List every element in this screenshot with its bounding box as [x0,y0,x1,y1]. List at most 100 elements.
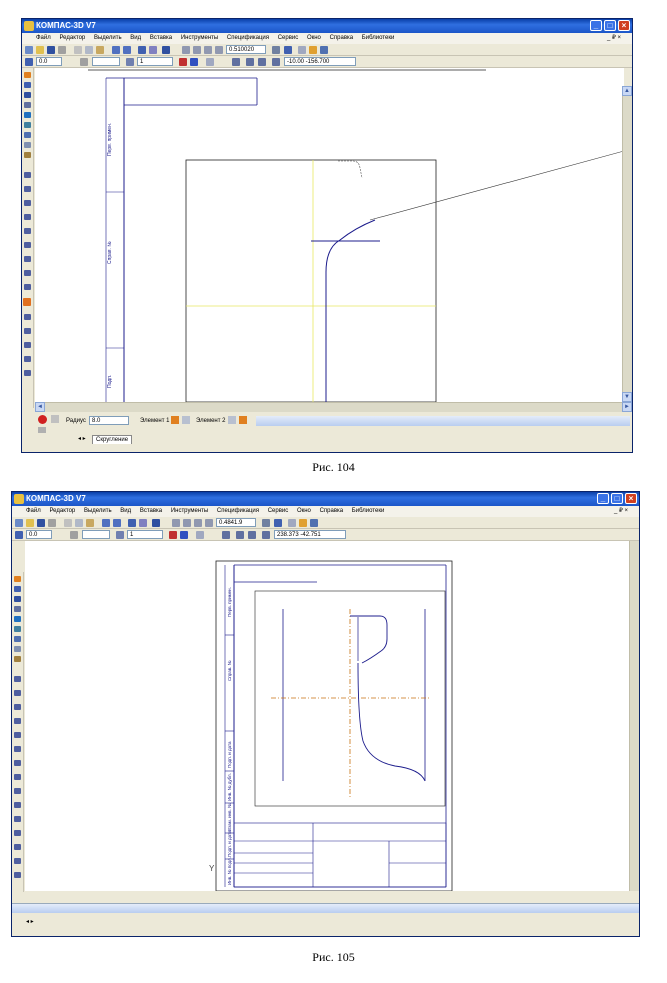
copy-icon[interactable] [85,46,93,54]
copy-icon[interactable] [75,519,83,527]
fillet-icon[interactable] [14,802,21,808]
circle-icon[interactable] [14,718,21,724]
local-cs-icon[interactable] [246,58,254,66]
menu-window[interactable]: Окно [307,35,321,41]
coordinates-icon[interactable] [262,531,270,539]
arc-icon[interactable] [24,228,31,234]
auxline-icon[interactable] [24,200,31,206]
menu-file[interactable]: Файл [36,35,51,41]
parametrize-icon[interactable] [14,616,21,622]
style-icon[interactable] [80,58,88,66]
menu-view[interactable]: Вид [120,508,131,514]
polyline-icon[interactable] [14,774,21,780]
tab-nav-arrows[interactable]: ◂ ▸ [78,435,86,443]
truncate2-on-icon[interactable] [239,416,247,424]
polyline-icon[interactable] [24,270,31,276]
mdi-controls[interactable]: _ ₽ × [614,506,628,517]
truncate-on-icon[interactable] [171,416,179,424]
open-icon[interactable] [26,519,34,527]
annotation-icon[interactable] [24,92,31,98]
select-icon[interactable] [24,132,31,138]
edit-icon[interactable] [14,606,21,612]
properties-icon[interactable] [128,519,136,527]
zoom-out-icon[interactable] [204,46,212,54]
drawing-canvas[interactable]: Перв. примен. Справ. № Подп. и дата Инв.… [25,541,639,891]
manager-icon[interactable] [309,46,317,54]
menu-select[interactable]: Выделить [94,35,122,41]
vertical-scrollbar[interactable] [629,541,639,891]
save-icon[interactable] [37,519,45,527]
pan-icon[interactable] [272,46,280,54]
measure-icon[interactable] [14,626,21,632]
auxline-icon[interactable] [14,704,21,710]
zoom-in-icon[interactable] [193,46,201,54]
cursor-coords[interactable]: 238.373 -42.751 [274,530,346,539]
view-icon[interactable] [116,531,124,539]
snap-icon[interactable] [222,531,230,539]
spline-icon[interactable] [14,760,21,766]
properties-icon[interactable] [138,46,146,54]
measure-icon[interactable] [24,122,31,128]
menu-tools[interactable]: Инструменты [171,508,208,514]
doc-tab[interactable]: Скругление [92,435,133,444]
menu-edit[interactable]: Редактор [59,35,85,41]
menu-window[interactable]: Окно [297,508,311,514]
truncate-off-icon[interactable] [182,416,190,424]
truncate2-off-icon[interactable] [228,416,236,424]
undo-icon[interactable] [112,46,120,54]
scale-combo[interactable]: 0.4841.9 [216,518,256,527]
new-doc-icon[interactable] [25,46,33,54]
print-icon[interactable] [58,46,66,54]
snap-icon[interactable] [232,58,240,66]
scroll-down-button[interactable]: ▼ [622,392,632,402]
new-doc-icon[interactable] [15,519,23,527]
layer-combo[interactable]: 0.0 [36,57,62,66]
undo-icon[interactable] [102,519,110,527]
ortho-icon[interactable] [196,531,204,539]
select-icon[interactable] [14,636,21,642]
open-icon[interactable] [36,46,44,54]
view-icon[interactable] [126,58,134,66]
mdi-controls[interactable]: _ ₽ × [607,33,621,44]
menu-select[interactable]: Выделить [84,508,112,514]
local-cs-icon[interactable] [236,531,244,539]
menu-help[interactable]: Справка [320,508,344,514]
line-combo[interactable]: 1 [137,57,173,66]
fillet-icon[interactable] [23,298,31,306]
save-icon[interactable] [47,46,55,54]
rectangle-icon[interactable] [24,328,31,334]
scroll-right-button[interactable]: ► [622,402,632,412]
maximize-button[interactable]: □ [611,493,623,504]
arc-icon[interactable] [14,732,21,738]
menu-libraries[interactable]: Библиотеки [362,35,395,41]
layer-combo[interactable]: 0.0 [26,530,52,539]
menu-help[interactable]: Справка [330,35,354,41]
style-combo[interactable] [82,530,110,539]
menu-view[interactable]: Вид [130,35,141,41]
cut-icon[interactable] [64,519,72,527]
menu-libraries[interactable]: Библиотеки [352,508,385,514]
chamfer-icon[interactable] [24,314,31,320]
minimize-button[interactable]: _ [597,493,609,504]
close-button[interactable]: × [618,20,630,31]
menu-service[interactable]: Сервис [278,35,299,41]
segment-icon[interactable] [24,186,31,192]
zoom-window-icon[interactable] [182,46,190,54]
ortho-icon[interactable] [206,58,214,66]
spec-icon[interactable] [24,142,31,148]
style-icon[interactable] [70,531,78,539]
segment-icon[interactable] [14,690,21,696]
report-icon[interactable] [14,656,21,662]
grid-icon[interactable] [298,46,306,54]
point-icon[interactable] [24,172,31,178]
minimize-button[interactable]: _ [590,20,602,31]
zoom-in-icon[interactable] [183,519,191,527]
spline-icon[interactable] [24,256,31,262]
refresh-icon[interactable] [284,46,292,54]
dimensions-icon[interactable] [14,586,21,592]
scroll-left-button[interactable]: ◄ [35,402,45,412]
layers-icon[interactable] [320,46,328,54]
dimensions-icon[interactable] [24,82,31,88]
zoom-window-icon[interactable] [172,519,180,527]
point-icon[interactable] [14,676,21,682]
